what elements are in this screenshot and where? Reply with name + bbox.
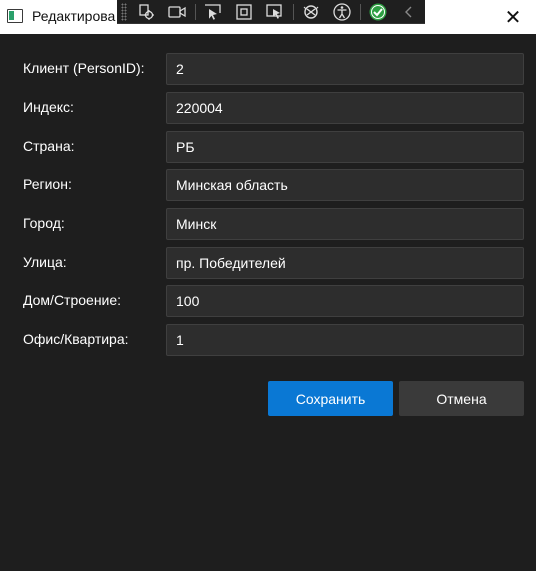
- form-row-postal-code: Индекс:: [0, 92, 536, 124]
- building-field[interactable]: [166, 285, 524, 317]
- hot-reload-icon[interactable]: [299, 1, 324, 23]
- region-label: Регион:: [23, 176, 72, 192]
- postal-code-field[interactable]: [166, 92, 524, 124]
- building-label: Дом/Строение:: [23, 292, 122, 308]
- region-field[interactable]: [166, 169, 524, 201]
- collapse-chevron-icon[interactable]: [397, 1, 422, 23]
- city-label: Город:: [23, 215, 65, 231]
- toolbar-grip-icon[interactable]: [121, 2, 127, 21]
- close-button[interactable]: ✕: [490, 0, 536, 34]
- select-element-icon[interactable]: [134, 1, 159, 23]
- display-layout-adorners-icon[interactable]: [232, 1, 257, 23]
- window-title: Редактирова: [32, 8, 116, 24]
- apartment-label: Офис/Квартира:: [23, 331, 129, 347]
- apartment-field[interactable]: [166, 324, 524, 356]
- form-row-country: Страна:: [0, 131, 536, 163]
- street-label: Улица:: [23, 254, 67, 270]
- form-row-apartment: Офис/Квартира:: [0, 324, 536, 356]
- city-field[interactable]: [166, 208, 524, 240]
- form-row-street: Улица:: [0, 247, 536, 279]
- form-row-person-id: Клиент (PersonID):: [0, 53, 536, 85]
- app-window-icon: [7, 9, 23, 23]
- preview-selection-icon[interactable]: [263, 1, 288, 23]
- toolbar-separator: [359, 3, 361, 20]
- binding-check-icon[interactable]: [366, 1, 391, 23]
- person-id-field[interactable]: [166, 53, 524, 85]
- toolbar-separator: [194, 3, 196, 20]
- form-row-building: Дом/Строение:: [0, 285, 536, 317]
- form-row-region: Регион:: [0, 169, 536, 201]
- postal-code-label: Индекс:: [23, 99, 74, 115]
- person-id-label: Клиент (PersonID):: [23, 60, 145, 76]
- save-button[interactable]: Сохранить: [268, 381, 393, 416]
- track-focus-icon[interactable]: [201, 1, 226, 23]
- form-row-city: Город:: [0, 208, 536, 240]
- country-label: Страна:: [23, 138, 75, 154]
- cancel-button[interactable]: Отмена: [399, 381, 524, 416]
- toolbar-separator: [292, 3, 294, 20]
- street-field[interactable]: [166, 247, 524, 279]
- record-icon[interactable]: [165, 1, 190, 23]
- country-field[interactable]: [166, 131, 524, 163]
- accessibility-icon[interactable]: [330, 1, 355, 23]
- debug-toolbar: [117, 0, 425, 24]
